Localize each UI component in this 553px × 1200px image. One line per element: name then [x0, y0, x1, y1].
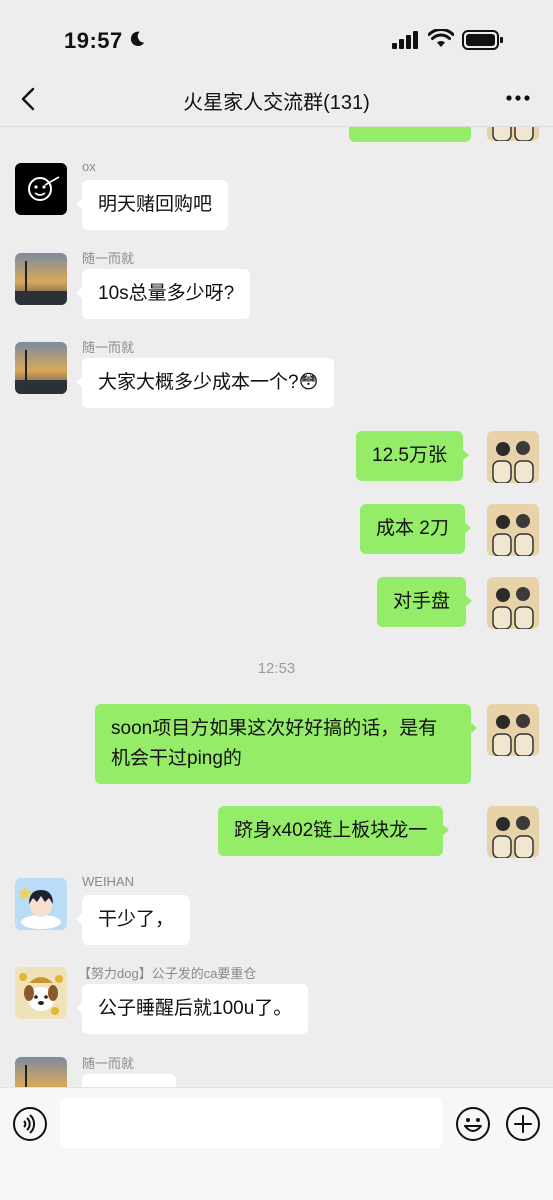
sender-name: WEIHAN — [82, 874, 134, 889]
sender-name: 随一而就 — [82, 340, 135, 355]
avatar-suiyierjiu[interactable] — [15, 253, 67, 305]
moon-icon — [130, 31, 145, 47]
more-options-icon[interactable] — [505, 88, 531, 108]
status-time: 19:57 — [64, 28, 123, 53]
avatar-ox[interactable] — [15, 163, 67, 215]
voice-input-icon[interactable] — [12, 1106, 48, 1142]
my-avatar[interactable] — [487, 577, 539, 629]
battery-icon — [462, 30, 503, 50]
avatar-suiyierjiu[interactable] — [15, 342, 67, 394]
chat-title: 火星家人交流群(131) — [183, 92, 370, 114]
message-bubble-incoming[interactable]: 明天赌回购吧 — [75, 180, 229, 230]
signal-icon — [392, 31, 418, 49]
my-avatar[interactable] — [487, 704, 539, 756]
avatar-suiyierjiu[interactable] — [15, 1057, 67, 1087]
message-input[interactable] — [60, 1098, 442, 1148]
avatar-dog[interactable] — [15, 967, 67, 1019]
message-bubble-incoming[interactable]: 公子睡醒后就100u了。 — [75, 984, 309, 1034]
message-list[interactable]: ox 明天赌回购吧 随一而就 10s总量多少呀? 随一而就 大家大概多少成本一个… — [0, 127, 553, 1087]
input-bar — [0, 1087, 553, 1200]
sender-name: 随一而就 — [82, 1056, 135, 1071]
chat-timestamp: 12:53 — [257, 660, 296, 677]
message-bubble-incoming[interactable] — [82, 1074, 176, 1087]
chat-header: 火星家人交流群(131) — [0, 74, 553, 126]
message-bubble-outgoing[interactable]: soon项目方如果这次好好搞的话，是有机会干过ping的 — [95, 704, 477, 784]
message-bubble-outgoing[interactable] — [349, 127, 471, 142]
message-bubble-outgoing[interactable]: 成本 2刀 — [360, 504, 471, 554]
my-avatar[interactable] — [487, 127, 539, 141]
flushed-face-emoji: 😳 — [298, 372, 319, 393]
my-avatar[interactable] — [487, 504, 539, 556]
sender-name: 随一而就 — [82, 251, 135, 266]
message-bubble-incoming[interactable]: 大家大概多少成本一个?😳 — [75, 358, 335, 408]
message-bubble-outgoing[interactable]: 跻身x402链上板块龙一 — [218, 806, 450, 856]
my-avatar[interactable] — [487, 431, 539, 483]
add-more-icon[interactable] — [505, 1106, 541, 1142]
emoji-icon[interactable] — [455, 1106, 491, 1142]
my-avatar[interactable] — [487, 806, 539, 858]
wifi-icon — [428, 29, 454, 47]
message-bubble-incoming[interactable]: 干少了， — [75, 895, 191, 945]
avatar-weihan[interactable] — [15, 878, 67, 930]
sender-name: 【努力dog】公子发的ca要重仓 — [78, 966, 257, 981]
message-text: 大家大概多少成本一个? — [98, 372, 299, 393]
status-bar: 19:57 — [0, 0, 553, 80]
message-bubble-outgoing[interactable]: 12.5万张 — [356, 431, 469, 481]
message-bubble-outgoing[interactable]: 对手盘 — [377, 577, 473, 627]
sender-name: ox — [82, 159, 96, 174]
message-bubble-incoming[interactable]: 10s总量多少呀? — [75, 269, 251, 319]
